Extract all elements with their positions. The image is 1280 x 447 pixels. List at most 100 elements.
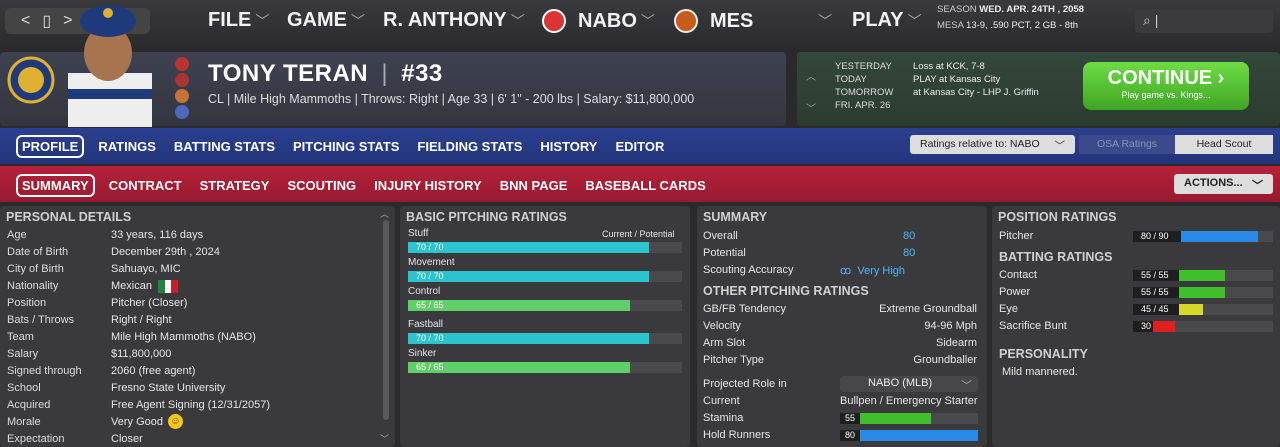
tab-injury-history[interactable]: INJURY HISTORY	[370, 175, 486, 196]
stamina-label: Stamina	[703, 412, 744, 424]
personality-value: Mild mannered.	[1002, 366, 1078, 378]
panel-title: PERSONAL DETAILS	[6, 210, 132, 224]
chevron-down-icon: ﹀	[351, 12, 365, 29]
tab-editor[interactable]: EDITOR	[611, 136, 668, 157]
back-icon[interactable]: <	[21, 12, 30, 30]
pitch-rating-bar: 70 / 70	[408, 242, 682, 253]
detail-label: City of Birth	[7, 263, 64, 275]
pitch-rating-value: 65 / 65	[416, 362, 444, 372]
tab-summary[interactable]: SUMMARY	[16, 174, 95, 197]
search-placeholder: |	[1154, 12, 1159, 28]
tab-strategy[interactable]: STRATEGY	[196, 175, 274, 196]
detail-label: Team	[7, 331, 34, 343]
scrollbar[interactable]	[383, 220, 389, 420]
pitch-rating-fill	[408, 333, 650, 344]
menu-team-label: MES	[710, 9, 754, 32]
detail-label: Bats / Throws	[7, 314, 75, 326]
tab-history[interactable]: HISTORY	[536, 136, 601, 157]
head-scout-button[interactable]: Head Scout	[1175, 135, 1273, 154]
tab-ratings[interactable]: RATINGS	[94, 136, 160, 157]
continue-button[interactable]: CONTINUE › Play game vs. Kings...	[1083, 62, 1249, 110]
team-record: 13-9, .590 PCT, 2 GB - 8th	[966, 20, 1078, 31]
menu-team[interactable]: MES	[674, 9, 753, 33]
detail-value: Mile High Mammoths (NABO)	[111, 331, 256, 343]
search-input[interactable]: ⌕ |	[1135, 9, 1273, 33]
other-rating-value: Sidearm	[936, 337, 977, 349]
hold-runners-fill	[840, 430, 978, 441]
batting-rating-label: Power	[999, 286, 1031, 298]
menu-game[interactable]: GAME ﹀	[287, 9, 365, 32]
detail-value: Mexican	[111, 280, 152, 292]
tab-profile[interactable]: PROFILE	[16, 135, 85, 158]
actions-button[interactable]: ACTIONS... ﹀	[1174, 174, 1273, 194]
batting-rating-label: Eye	[999, 303, 1018, 315]
menu-play[interactable]: ﹀ PLAY ﹀	[818, 9, 922, 32]
chevron-right-icon: ›	[1217, 67, 1225, 89]
stamina-value: 55	[845, 413, 856, 423]
schedule-label: YESTERDAY	[835, 61, 892, 72]
menu-file-label: FILE	[208, 9, 252, 31]
batting-rating-value: 30	[1141, 321, 1152, 331]
pitch-rating-label: Fastball	[408, 319, 444, 330]
league-logo-icon	[542, 9, 566, 33]
continue-sublabel: Play game vs. Kings...	[1121, 90, 1211, 100]
team-logo-icon	[674, 9, 698, 33]
overall-label: Overall	[703, 230, 738, 242]
pitch-rating-value: 70 / 70	[416, 333, 444, 343]
menu-manager-label: R. ANTHONY	[383, 9, 507, 31]
detail-value: Fresno State University	[111, 382, 226, 394]
chevron-up-icon[interactable]: ︿	[806, 62, 816, 94]
menu-league[interactable]: NABO ﹀	[542, 9, 655, 33]
window-icon[interactable]: ▯	[42, 11, 51, 31]
search-icon: ⌕	[1143, 12, 1151, 28]
tab-contract[interactable]: CONTRACT	[105, 175, 186, 196]
tab-fielding-stats[interactable]: FIELDING STATS	[413, 136, 526, 157]
tab-bnn-page[interactable]: BNN PAGE	[496, 175, 572, 196]
tab-baseball-cards[interactable]: BASEBALL CARDS	[581, 175, 709, 196]
menu-manager[interactable]: R. ANTHONY ﹀	[383, 9, 525, 32]
chevron-down-icon: ﹀	[1054, 140, 1066, 152]
chevron-down-icon[interactable]: ﹀	[380, 432, 389, 445]
osa-ratings-button[interactable]: OSA Ratings	[1079, 135, 1175, 154]
chevron-down-icon[interactable]: ﹀	[806, 94, 816, 126]
detail-value: December 29th , 2024	[111, 246, 220, 258]
potential-value: 80	[903, 247, 916, 259]
chevron-up-icon[interactable]: ︿	[380, 207, 389, 220]
tab-batting-stats[interactable]: BATTING STATS	[170, 136, 279, 157]
detail-label: Date of Birth	[7, 246, 69, 258]
tab-scouting[interactable]: SCOUTING	[283, 175, 360, 196]
detail-value: Pitcher (Closer)	[111, 297, 188, 309]
current-role-value: Bullpen / Emergency Starter	[840, 395, 978, 407]
schedule-label: FRI. APR. 26	[835, 100, 891, 111]
detail-label: Nationality	[7, 280, 59, 292]
sub-tabs: SUMMARY CONTRACT STRATEGY SCOUTING INJUR…	[16, 174, 710, 197]
detail-label: Morale	[7, 416, 41, 428]
panel-title: SUMMARY	[703, 210, 768, 224]
schedule-value: at Kansas City - LHP J. Griffin	[913, 87, 1039, 98]
overall-value: 80	[903, 230, 916, 242]
binoculars-icon: ꝏ	[840, 265, 852, 277]
scouting-accuracy-label: Scouting Accuracy	[703, 264, 794, 276]
other-rating-value: Extreme Groundball	[879, 303, 977, 315]
actions-label: ACTIONS...	[1184, 177, 1243, 189]
projected-role-select[interactable]: NABO (MLB) ﹀	[840, 376, 978, 392]
pitch-rating-bar: 65 / 65	[408, 300, 682, 311]
detail-label: Salary	[7, 348, 39, 360]
ratings-relative-select[interactable]: Ratings relative to: NABO ﹀	[910, 135, 1075, 154]
tab-pitching-stats[interactable]: PITCHING STATS	[289, 136, 403, 157]
detail-value: Very Good	[111, 416, 163, 428]
projected-role-value: NABO (MLB)	[868, 377, 933, 389]
section-title: BATTING RATINGS	[999, 250, 1113, 264]
detail-label: Age	[7, 229, 27, 241]
chevron-down-icon: ﹀	[818, 12, 832, 29]
chevron-down-icon: ﹀	[255, 12, 270, 29]
detail-label: School	[7, 382, 41, 394]
current-role-label: Current	[703, 395, 740, 407]
pitch-rating-label: Sinker	[408, 348, 437, 359]
player-name-line: TONY TERAN | #33	[208, 60, 443, 87]
menu-file[interactable]: FILE ﹀	[208, 9, 269, 32]
menu-game-label: GAME	[287, 9, 347, 31]
pitcher-rating-bar: 80 / 90	[1133, 231, 1273, 242]
detail-label: Signed through	[7, 365, 82, 377]
menu-play-label: PLAY	[852, 9, 904, 31]
